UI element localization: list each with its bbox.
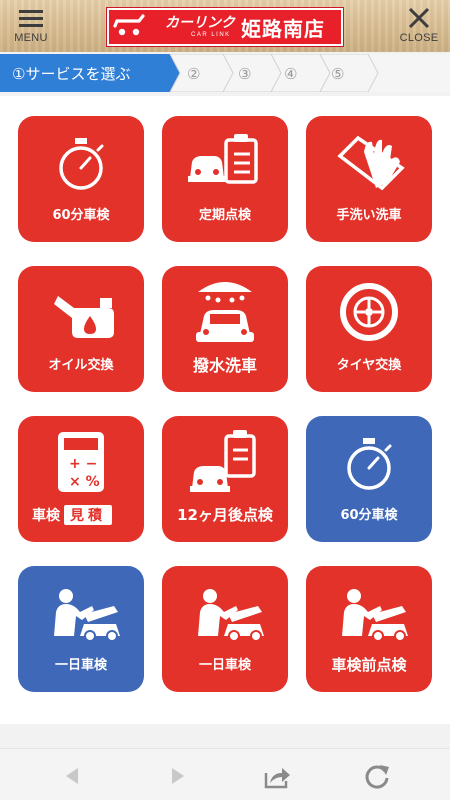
- service-label: 車検前点検: [331, 656, 407, 674]
- tire-icon: [340, 283, 398, 341]
- reload-icon: [365, 765, 389, 789]
- service-tile-12month-inspection[interactable]: 12ヶ月後点検: [162, 416, 288, 542]
- bottom-toolbar: [0, 748, 450, 800]
- service-tile-water-repellent-wash[interactable]: 撥水洗車: [162, 266, 288, 392]
- service-grid: 60分車検 定期点検 手洗い洗車 オイル交換 撥水洗車 タイヤ交換 + − × …: [0, 96, 450, 724]
- back-button[interactable]: [58, 761, 88, 791]
- service-label: 一日車検: [198, 658, 251, 673]
- service-label: オイル交換: [48, 358, 114, 373]
- step-1-label: ①サービスを選ぶ: [12, 65, 130, 83]
- share-icon: [264, 768, 290, 789]
- service-tile-one-day-shaken-blue[interactable]: 一日車検: [18, 566, 144, 692]
- app-header: MENU カーリンク CAR LINK 姫路南店 CLOSE: [0, 0, 450, 52]
- back-arrow-icon: [66, 768, 78, 784]
- step-2: ②: [169, 54, 234, 92]
- reload-button[interactable]: [362, 761, 392, 791]
- service-tile-hand-wash[interactable]: 手洗い洗車: [306, 116, 432, 242]
- service-tile-60min-shaken-blue[interactable]: 60分車検: [306, 416, 432, 542]
- service-label: タイヤ交換: [336, 358, 402, 373]
- step-5-label: ⑤: [331, 65, 344, 83]
- service-tile-oil-change[interactable]: オイル交換: [18, 266, 144, 392]
- mechanic-icon: [54, 589, 120, 642]
- close-label: CLOSE: [399, 32, 439, 44]
- service-label: 60分車検: [340, 508, 398, 523]
- stopwatch-icon: [347, 438, 392, 490]
- estimate-badge: 見積: [64, 505, 112, 525]
- forward-arrow-icon: [172, 768, 184, 784]
- service-tile-pre-shaken-inspection[interactable]: 車検前点検: [306, 566, 432, 692]
- svg-text:+ −: + −: [69, 456, 97, 472]
- oil-can-icon: [54, 296, 114, 338]
- logo-brand-sub-text: CAR LINK: [191, 31, 231, 38]
- service-label: 車検: [32, 508, 60, 524]
- car-link-logo-mark-icon: [113, 14, 145, 36]
- service-tile-periodic-inspection[interactable]: 定期点検: [162, 116, 288, 242]
- menu-button[interactable]: MENU: [6, 6, 56, 50]
- service-label: 60分車検: [52, 208, 110, 223]
- svg-text:× %: × %: [69, 474, 100, 490]
- car-wash-icon: [196, 282, 254, 342]
- mechanic-icon: [198, 589, 264, 642]
- step-4-label: ④: [284, 65, 297, 83]
- service-label: 手洗い洗車: [336, 208, 402, 223]
- stopwatch-icon: [59, 138, 104, 190]
- menu-label: MENU: [14, 32, 48, 44]
- service-label: 撥水洗車: [192, 356, 257, 375]
- service-tile-tire-change[interactable]: タイヤ交換: [306, 266, 432, 392]
- car-checklist-icon: [190, 430, 256, 492]
- car-checklist-icon: [188, 134, 258, 184]
- logo-branch-name: 姫路南店: [241, 16, 325, 41]
- service-tile-one-day-shaken[interactable]: 一日車検: [162, 566, 288, 692]
- service-label-with-badge: 車検 見積: [32, 505, 112, 525]
- close-icon: [394, 6, 444, 32]
- logo-brand-text: カーリンク: [165, 14, 235, 31]
- service-tile-60min-shaken[interactable]: 60分車検: [18, 116, 144, 242]
- mechanic-icon: [342, 589, 408, 642]
- service-label: 12ヶ月後点検: [177, 506, 273, 524]
- step-3-label: ③: [238, 65, 251, 83]
- share-button[interactable]: [262, 761, 292, 791]
- service-tile-shaken-estimate[interactable]: + − × % 車検 見積: [18, 416, 144, 542]
- washing-glove-icon: [337, 135, 405, 191]
- calculator-icon: + − × %: [58, 432, 104, 492]
- service-label: 一日車検: [54, 658, 107, 673]
- hamburger-icon: [6, 6, 56, 32]
- step-1[interactable]: ①サービスを選ぶ: [0, 54, 180, 92]
- forward-button[interactable]: [162, 761, 192, 791]
- step-2-label: ②: [187, 65, 200, 83]
- car-link-logo[interactable]: カーリンク CAR LINK 姫路南店: [107, 8, 343, 46]
- service-label: 定期点検: [198, 208, 251, 223]
- close-button[interactable]: CLOSE: [394, 6, 444, 50]
- step-progress-bar: ①サービスを選ぶ ② ③ ④ ⑤: [0, 54, 450, 92]
